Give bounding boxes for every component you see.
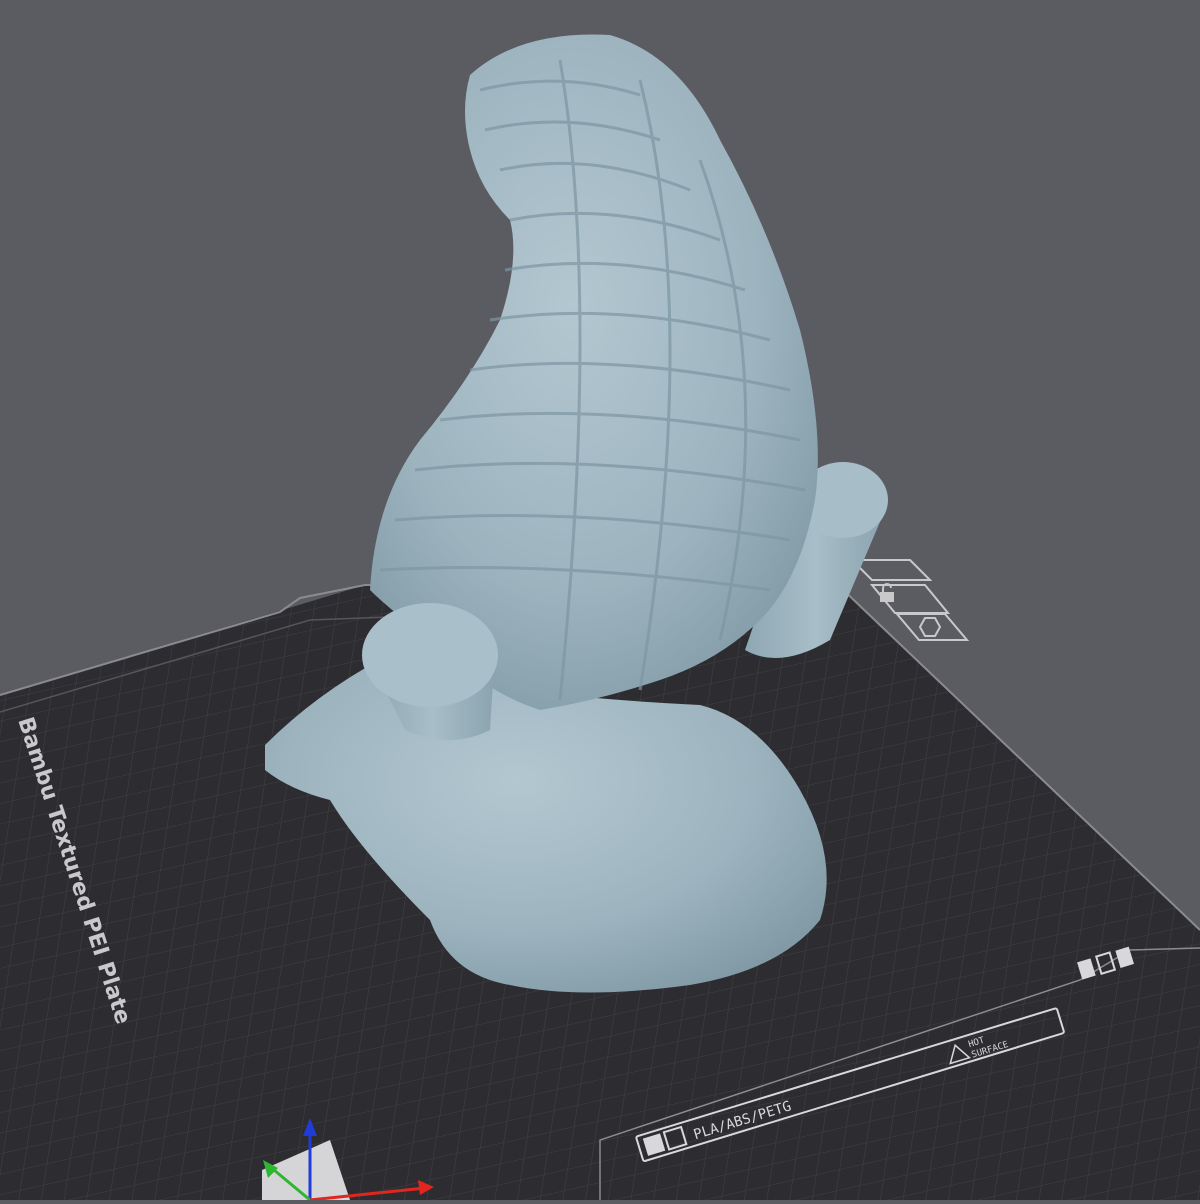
3d-viewport[interactable]: Bambu Textured PEI Plate PLA/ABS/PETG HO… — [0, 0, 1200, 1202]
lock-icon[interactable] — [869, 583, 951, 614]
auto-orient-icon[interactable] — [894, 613, 970, 641]
viewport-canvas[interactable]: Bambu Textured PEI Plate PLA/ABS/PETG HO… — [0, 0, 1200, 1202]
plate-settings-icon[interactable] — [849, 559, 933, 581]
